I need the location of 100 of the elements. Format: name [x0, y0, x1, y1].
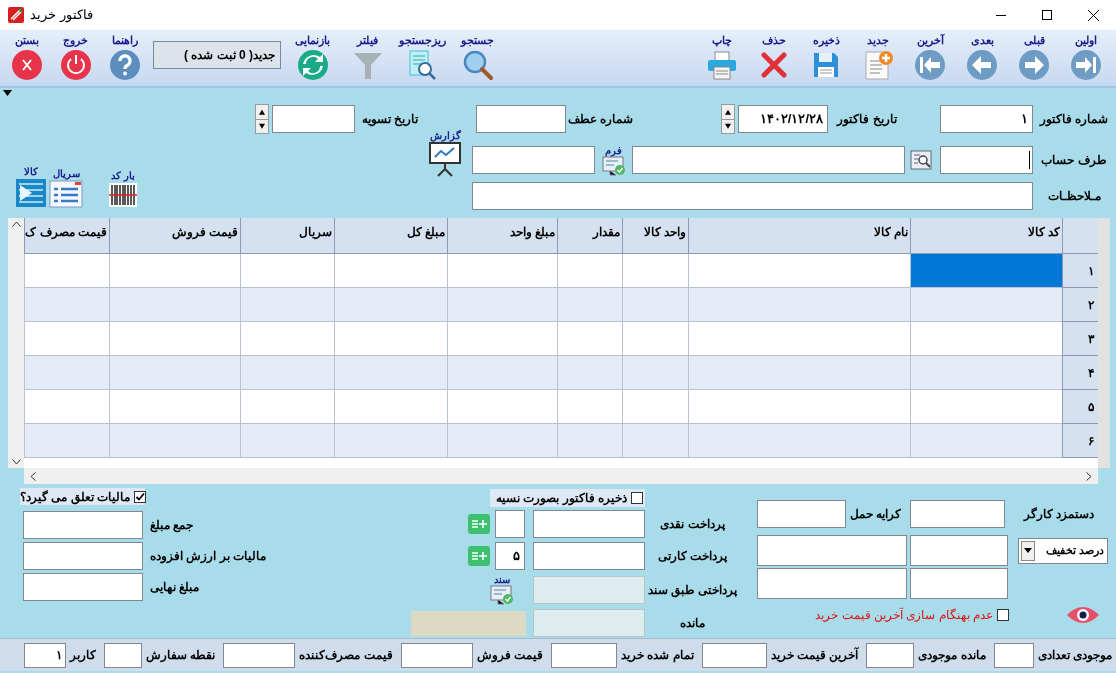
text-field[interactable] — [910, 535, 1008, 566]
text-field[interactable] — [23, 511, 143, 539]
filter-button[interactable]: فیلتر — [340, 30, 395, 84]
field-label: مـلاحظـات — [1046, 188, 1102, 205]
field-label: جمع مبلغ — [150, 517, 194, 534]
spin-control[interactable] — [721, 104, 735, 134]
printer-icon — [706, 49, 738, 81]
dropdown-caret-icon[interactable] — [3, 90, 12, 96]
column-header[interactable]: قیمت فروش — [109, 218, 240, 254]
form-button[interactable]: فرم — [600, 144, 627, 176]
text-field[interactable] — [103, 642, 142, 668]
search-button[interactable]: جستجو — [450, 30, 505, 84]
column-header[interactable]: سریال — [240, 218, 334, 254]
field-label: قیمت فروش — [476, 647, 543, 664]
delete-button[interactable]: حذف — [748, 30, 800, 84]
date-field[interactable] — [272, 105, 355, 133]
right-chevron-icon[interactable] — [1086, 471, 1092, 481]
close-icon — [1087, 9, 1099, 21]
up-chevron-icon[interactable] — [11, 221, 21, 227]
text-field[interactable] — [476, 105, 566, 133]
text-field[interactable] — [866, 642, 915, 668]
text-field[interactable] — [533, 542, 645, 570]
table-cell — [557, 390, 622, 424]
field-label: پرداخت کارتی — [656, 548, 729, 565]
down-chevron-icon[interactable] — [11, 459, 21, 465]
field-label: کاربر — [69, 647, 96, 664]
text-field[interactable]: ۱ — [940, 105, 1033, 133]
text-field[interactable] — [940, 146, 1033, 174]
text-field[interactable] — [757, 500, 846, 528]
new-button[interactable]: جدید — [852, 30, 904, 84]
column-header[interactable]: کد کالا — [910, 218, 1062, 254]
close-button[interactable]: بستن — [2, 30, 51, 84]
text-field[interactable] — [472, 146, 595, 174]
column-header[interactable]: نام کالا — [688, 218, 910, 254]
text-field[interactable]: ۱ — [23, 642, 66, 668]
field-label: دستمزد کارگر — [1022, 506, 1096, 523]
table-cell — [622, 356, 688, 390]
text-field[interactable] — [910, 500, 1005, 528]
add-list-button[interactable] — [468, 514, 490, 534]
row-number: ۵ — [1062, 390, 1098, 424]
serial-button[interactable]: سریال — [48, 168, 84, 208]
horizontal-scrollbar[interactable] — [24, 468, 1098, 484]
field-label: نقطه سفارش — [145, 647, 216, 664]
document-plus-icon — [862, 49, 894, 81]
column-header[interactable]: مبلغ واحد — [447, 218, 557, 254]
barcode-icon — [108, 182, 138, 208]
count-field[interactable]: ۵ — [495, 542, 525, 570]
row-number: ۴ — [1062, 356, 1098, 390]
save-button[interactable]: ذخیره — [800, 30, 852, 84]
column-header[interactable]: مقدار — [557, 218, 622, 254]
text-field[interactable] — [632, 146, 905, 174]
text-field[interactable] — [701, 642, 767, 668]
search-button[interactable] — [910, 150, 932, 170]
text-field[interactable] — [23, 573, 143, 601]
field-label: موجودی تعدادی — [1037, 647, 1112, 664]
text-field[interactable] — [533, 510, 645, 538]
refresh-button[interactable]: بازنمایی — [285, 30, 340, 84]
text-field[interactable] — [757, 535, 907, 566]
text-field[interactable] — [23, 542, 143, 570]
count-field[interactable] — [495, 510, 525, 538]
report-button[interactable]: گزارش — [428, 129, 462, 177]
corner-header — [1062, 218, 1098, 254]
presentation-board-icon — [428, 140, 462, 177]
column-header[interactable]: مبلغ کل — [334, 218, 447, 254]
text-field[interactable] — [223, 642, 296, 668]
row-number: ۲ — [1062, 288, 1098, 322]
text-field[interactable] — [550, 642, 617, 668]
vertical-scrollbar[interactable] — [8, 218, 24, 468]
spin-control[interactable] — [255, 104, 269, 134]
document-button[interactable]: سند — [489, 574, 515, 605]
text-field[interactable] — [472, 182, 1033, 210]
first-button[interactable]: اولین — [1060, 30, 1112, 84]
text-field[interactable] — [400, 642, 473, 668]
row-number: ۳ — [1062, 322, 1098, 356]
text-field[interactable] — [910, 568, 1008, 599]
detail-search-button[interactable]: ریزجستجو — [395, 30, 450, 84]
print-button[interactable]: چاپ — [696, 30, 748, 84]
exit-button[interactable]: خروج — [51, 30, 100, 84]
barcode-button[interactable]: بار کد — [105, 170, 141, 208]
table-cell — [622, 390, 688, 424]
previous-button[interactable]: قبلی — [1008, 30, 1060, 84]
column-header[interactable]: قیمت مصرف ک — [24, 218, 109, 254]
column-header[interactable]: واحد کالا — [622, 218, 688, 254]
field-label: تمام شده خرید — [620, 647, 694, 664]
dropdown[interactable]: درصد تخفیف — [1018, 537, 1108, 564]
form-check-icon — [601, 155, 626, 176]
list-document-icon — [49, 180, 83, 208]
add-list-button[interactable] — [468, 546, 490, 566]
text-field[interactable] — [757, 568, 907, 599]
list-plus-icon — [471, 551, 487, 561]
help-button[interactable]: راهنما — [100, 30, 149, 84]
left-chevron-icon[interactable] — [30, 471, 36, 481]
checkbox[interactable]: مالیات تعلق می گیرد؟ — [20, 487, 146, 506]
last-button[interactable]: آخرین — [904, 30, 956, 84]
date-field[interactable]: ۱۴۰۲/۱۲/۲۸ — [738, 105, 828, 133]
goods-button[interactable]: کالا — [14, 166, 48, 208]
field-label: طرف حساب — [1040, 152, 1108, 169]
next-button[interactable]: بعدی — [956, 30, 1008, 84]
text-field[interactable] — [993, 642, 1034, 668]
table-cell — [622, 322, 688, 356]
